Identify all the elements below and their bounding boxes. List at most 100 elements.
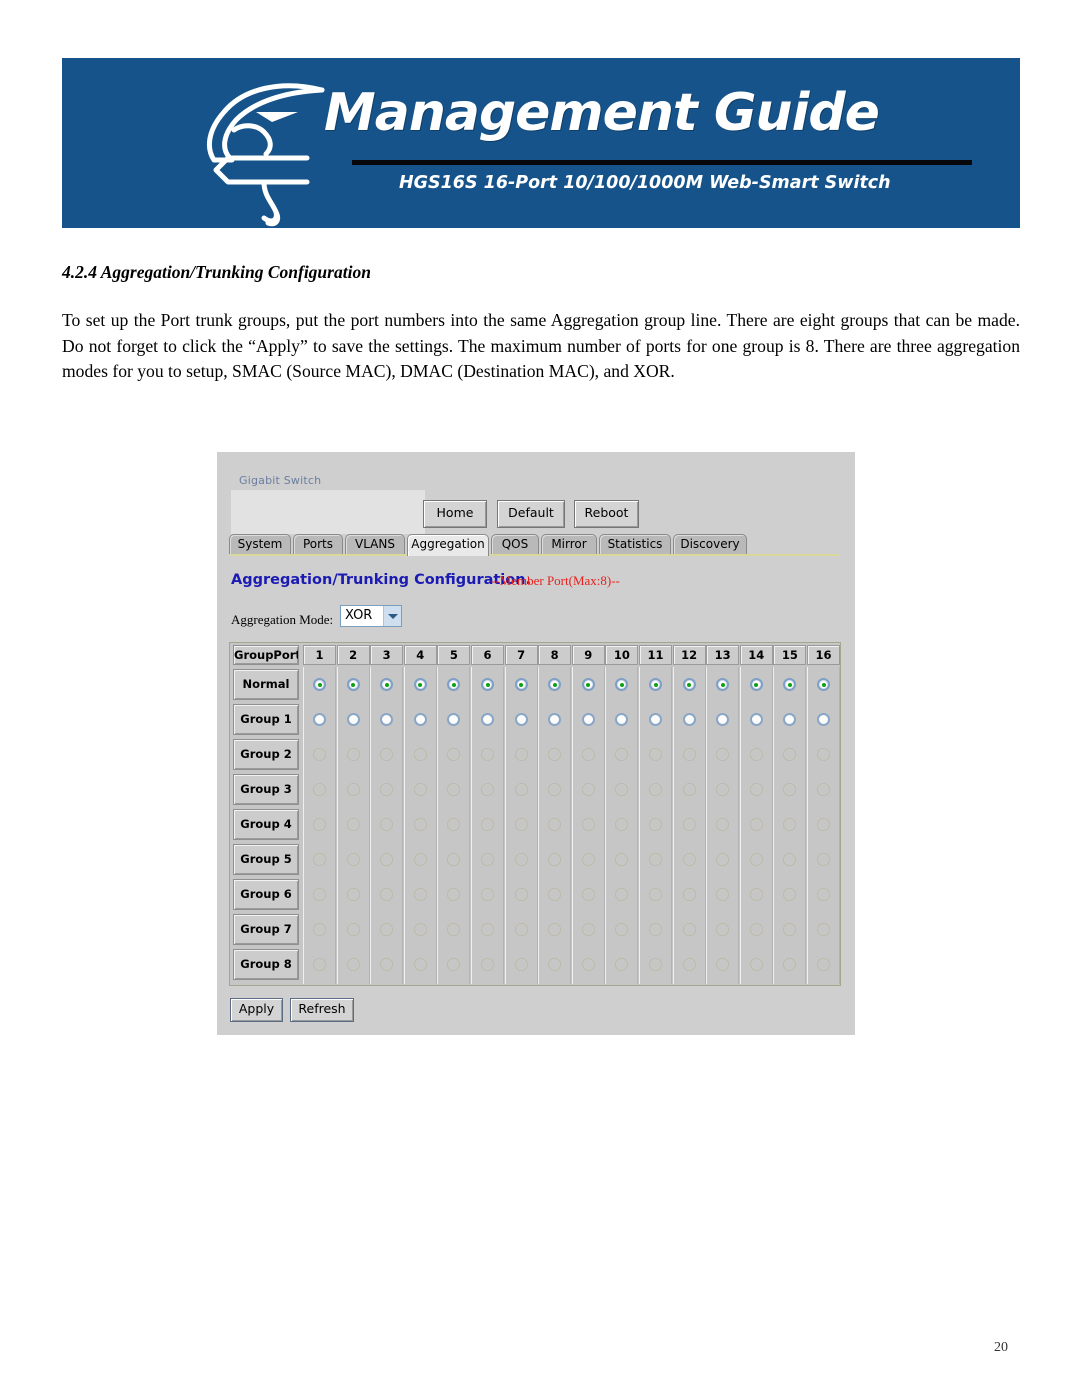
radio-group-8-port-4[interactable]	[413, 958, 427, 971]
radio-group-2-port-11[interactable]	[649, 748, 662, 761]
radio-normal-port-6[interactable]	[481, 678, 494, 691]
radio-group-3-port-16[interactable]	[817, 783, 830, 796]
radio-normal-port-14[interactable]	[749, 678, 763, 691]
radio-group-8-port-16[interactable]	[817, 958, 830, 971]
radio-group-1-port-11[interactable]	[649, 713, 662, 726]
radio-group-6-port-7[interactable]	[514, 888, 528, 901]
radio-group-5-port-11[interactable]	[649, 853, 662, 866]
default-button[interactable]: Default	[497, 500, 565, 528]
radio-group-2-port-9[interactable]	[581, 748, 595, 761]
radio-group-7-port-16[interactable]	[817, 923, 830, 936]
radio-group-6-port-9[interactable]	[581, 888, 595, 901]
radio-group-7-port-7[interactable]	[514, 923, 528, 936]
radio-group-3-port-12[interactable]	[682, 783, 696, 796]
radio-group-3-port-4[interactable]	[413, 783, 427, 796]
radio-group-1-port-12[interactable]	[682, 713, 696, 726]
radio-group-1-port-6[interactable]	[481, 713, 494, 726]
radio-group-4-port-1[interactable]	[313, 818, 326, 831]
radio-group-5-port-9[interactable]	[581, 853, 595, 866]
radio-group-5-port-1[interactable]	[313, 853, 326, 866]
radio-normal-port-9[interactable]	[581, 678, 595, 691]
radio-group-5-port-12[interactable]	[682, 853, 696, 866]
radio-group-1-port-16[interactable]	[817, 713, 830, 726]
apply-button[interactable]: Apply	[230, 998, 283, 1022]
radio-normal-port-2[interactable]	[346, 678, 360, 691]
tab-discovery[interactable]: Discovery	[673, 534, 747, 556]
radio-group-8-port-6[interactable]	[481, 958, 494, 971]
radio-group-2-port-16[interactable]	[817, 748, 830, 761]
radio-group-6-port-1[interactable]	[313, 888, 326, 901]
radio-group-4-port-6[interactable]	[481, 818, 494, 831]
radio-group-3-port-11[interactable]	[649, 783, 662, 796]
tab-statistics[interactable]: Statistics	[599, 534, 671, 556]
radio-group-8-port-9[interactable]	[581, 958, 595, 971]
refresh-button[interactable]: Refresh	[290, 998, 354, 1022]
radio-group-1-port-1[interactable]	[313, 713, 326, 726]
radio-group-4-port-2[interactable]	[346, 818, 360, 831]
radio-group-5-port-14[interactable]	[749, 853, 763, 866]
radio-group-7-port-14[interactable]	[749, 923, 763, 936]
radio-group-2-port-1[interactable]	[313, 748, 326, 761]
radio-group-2-port-12[interactable]	[682, 748, 696, 761]
radio-group-5-port-2[interactable]	[346, 853, 360, 866]
radio-group-2-port-4[interactable]	[413, 748, 427, 761]
radio-group-5-port-4[interactable]	[413, 853, 427, 866]
radio-group-1-port-9[interactable]	[581, 713, 595, 726]
radio-group-8-port-1[interactable]	[313, 958, 326, 971]
tab-vlans[interactable]: VLANS	[345, 534, 405, 556]
tab-qos[interactable]: QOS	[491, 534, 539, 556]
radio-group-2-port-14[interactable]	[749, 748, 763, 761]
chevron-down-icon[interactable]	[383, 606, 401, 626]
radio-normal-port-7[interactable]	[514, 678, 528, 691]
radio-group-6-port-14[interactable]	[749, 888, 763, 901]
aggregation-mode-select[interactable]: XOR	[340, 605, 402, 627]
radio-group-3-port-1[interactable]	[313, 783, 326, 796]
radio-group-6-port-16[interactable]	[817, 888, 830, 901]
radio-group-6-port-2[interactable]	[346, 888, 360, 901]
radio-group-6-port-4[interactable]	[413, 888, 427, 901]
radio-group-7-port-12[interactable]	[682, 923, 696, 936]
radio-group-3-port-7[interactable]	[514, 783, 528, 796]
radio-group-3-port-14[interactable]	[749, 783, 763, 796]
radio-group-7-port-4[interactable]	[413, 923, 427, 936]
radio-normal-port-16[interactable]	[817, 678, 830, 691]
radio-group-2-port-2[interactable]	[346, 748, 360, 761]
radio-normal-port-4[interactable]	[413, 678, 427, 691]
radio-group-8-port-7[interactable]	[514, 958, 528, 971]
radio-group-7-port-2[interactable]	[346, 923, 360, 936]
radio-group-4-port-4[interactable]	[413, 818, 427, 831]
radio-group-5-port-6[interactable]	[481, 853, 494, 866]
radio-group-4-port-16[interactable]	[817, 818, 830, 831]
radio-normal-port-11[interactable]	[649, 678, 662, 691]
radio-group-2-port-6[interactable]	[481, 748, 494, 761]
radio-group-6-port-12[interactable]	[682, 888, 696, 901]
radio-group-1-port-14[interactable]	[749, 713, 763, 726]
radio-group-8-port-11[interactable]	[649, 958, 662, 971]
radio-group-8-port-2[interactable]	[346, 958, 360, 971]
home-button[interactable]: Home	[423, 500, 487, 528]
radio-normal-port-12[interactable]	[682, 678, 696, 691]
radio-group-4-port-11[interactable]	[649, 818, 662, 831]
radio-group-5-port-16[interactable]	[817, 853, 830, 866]
radio-group-7-port-6[interactable]	[481, 923, 494, 936]
tab-aggregation[interactable]: Aggregation	[407, 534, 489, 556]
tab-ports[interactable]: Ports	[293, 534, 343, 556]
radio-group-7-port-11[interactable]	[649, 923, 662, 936]
radio-group-5-port-7[interactable]	[514, 853, 528, 866]
radio-normal-port-1[interactable]	[313, 678, 326, 691]
radio-group-1-port-7[interactable]	[514, 713, 528, 726]
tab-system[interactable]: System	[229, 534, 291, 556]
radio-group-3-port-9[interactable]	[581, 783, 595, 796]
radio-group-4-port-7[interactable]	[514, 818, 528, 831]
radio-group-4-port-12[interactable]	[682, 818, 696, 831]
radio-group-8-port-14[interactable]	[749, 958, 763, 971]
radio-group-6-port-6[interactable]	[481, 888, 494, 901]
tab-mirror[interactable]: Mirror	[541, 534, 597, 556]
radio-group-7-port-9[interactable]	[581, 923, 595, 936]
radio-group-1-port-4[interactable]	[413, 713, 427, 726]
reboot-button[interactable]: Reboot	[574, 500, 639, 528]
radio-group-3-port-6[interactable]	[481, 783, 494, 796]
radio-group-4-port-9[interactable]	[581, 818, 595, 831]
radio-group-1-port-2[interactable]	[346, 713, 360, 726]
radio-group-3-port-2[interactable]	[346, 783, 360, 796]
